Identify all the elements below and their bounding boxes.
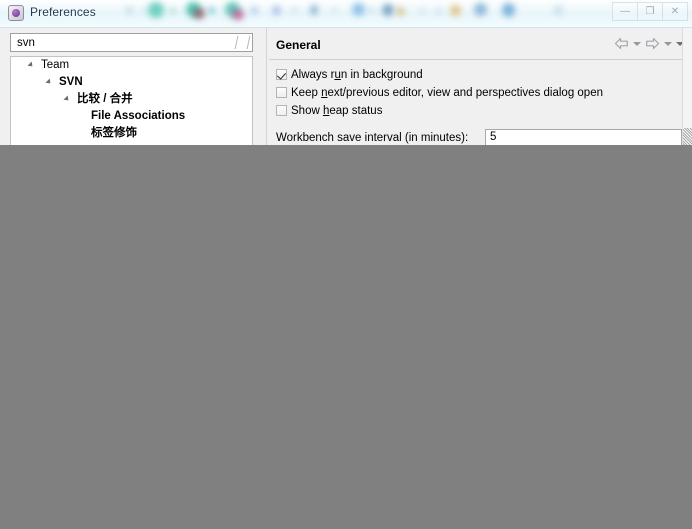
bokeh-dot bbox=[502, 3, 515, 17]
bokeh-dot bbox=[382, 4, 394, 16]
vertical-scrollbar[interactable] bbox=[682, 28, 692, 150]
bokeh-dot bbox=[292, 8, 297, 13]
bokeh-dot bbox=[474, 3, 487, 16]
tree-item-team[interactable]: Team bbox=[11, 57, 252, 74]
right-pane: General Always run in background Keep ne… bbox=[266, 28, 692, 150]
arrow-left-icon[interactable] bbox=[614, 37, 629, 50]
checkbox-label-rest: ext/previous editor, view and perspectiv… bbox=[327, 87, 603, 99]
caret-down-icon[interactable] bbox=[664, 41, 672, 46]
screen: Preferences — ❐ ✕ Team bbox=[0, 0, 692, 529]
preferences-icon bbox=[8, 5, 24, 21]
checkbox-row-show-heap-status[interactable]: Show heap status bbox=[276, 104, 382, 118]
bokeh-dot bbox=[126, 7, 133, 14]
dialog-body: Team SVN 比较 / 合并 File Associations 标签修 bbox=[0, 28, 692, 150]
preferences-tree[interactable]: Team SVN 比较 / 合并 File Associations 标签修饰 bbox=[10, 56, 253, 150]
bokeh-dot bbox=[436, 9, 441, 14]
bokeh-dot bbox=[148, 2, 164, 18]
bokeh-dot bbox=[170, 8, 176, 14]
checkbox-label: Always r bbox=[291, 69, 335, 81]
gray-occlusion-overlay bbox=[0, 145, 692, 529]
checkbox-row-always-run-in-background[interactable]: Always run in background bbox=[276, 68, 423, 82]
bokeh-dot bbox=[208, 7, 215, 14]
page-title: General bbox=[276, 38, 321, 52]
bokeh-dot bbox=[369, 8, 374, 13]
checkbox-show-heap-status[interactable] bbox=[276, 105, 287, 116]
close-button[interactable]: ✕ bbox=[662, 2, 688, 21]
clear-filter-icon[interactable] bbox=[234, 36, 251, 49]
caret-down-icon[interactable] bbox=[633, 41, 641, 46]
bokeh-dot bbox=[352, 3, 365, 16]
tree-item-label: File Associations bbox=[91, 110, 186, 122]
title-separator bbox=[269, 59, 686, 60]
expander-arrow-icon[interactable] bbox=[45, 78, 53, 86]
tree-item-label: Team bbox=[41, 59, 70, 71]
workbench-save-interval-label: Workbench save interval (in minutes): bbox=[276, 132, 469, 144]
left-pane: Team SVN 比较 / 合并 File Associations 标签修 bbox=[0, 28, 265, 150]
bokeh-dot bbox=[396, 7, 405, 16]
tree-item-svn[interactable]: SVN bbox=[11, 74, 252, 91]
bokeh-dot bbox=[554, 6, 563, 15]
restore-icon: ❐ bbox=[645, 6, 655, 17]
bokeh-dot bbox=[186, 2, 201, 17]
checkbox-always-run-in-background[interactable] bbox=[276, 69, 287, 80]
tree-item-label: 标签修饰 bbox=[91, 127, 137, 139]
bokeh-dot bbox=[310, 5, 318, 15]
bokeh-dot bbox=[141, 9, 146, 14]
glass-shine bbox=[0, 0, 692, 13]
preferences-dialog: Preferences — ❐ ✕ Team bbox=[0, 0, 692, 150]
minimize-icon: — bbox=[620, 6, 630, 17]
bokeh-dot bbox=[251, 7, 258, 14]
tree-item-label-decorations[interactable]: 标签修饰 bbox=[11, 125, 252, 142]
tree-item-label: 比较 / 合并 bbox=[77, 93, 133, 105]
bokeh-dot bbox=[332, 8, 337, 13]
checkbox-label-rest: eap status bbox=[329, 105, 383, 117]
checkbox-label-rest: n in background bbox=[340, 69, 423, 81]
checkbox-label: Keep bbox=[291, 87, 322, 99]
window-controls: — ❐ ✕ bbox=[612, 2, 688, 21]
checkbox-label: Show bbox=[291, 105, 323, 117]
minimize-button[interactable]: — bbox=[612, 2, 638, 21]
window-title: Preferences bbox=[30, 5, 96, 19]
tree-item-compare-merge[interactable]: 比较 / 合并 bbox=[11, 91, 252, 108]
arrow-right-icon[interactable] bbox=[645, 37, 660, 50]
tree-item-label: SVN bbox=[59, 76, 83, 88]
checkbox-keep-dialog-open[interactable] bbox=[276, 87, 287, 98]
close-icon: ✕ bbox=[670, 6, 680, 17]
bokeh-dot bbox=[419, 8, 425, 14]
bokeh-dot bbox=[225, 2, 240, 17]
expander-arrow-icon[interactable] bbox=[27, 61, 35, 69]
search-input[interactable] bbox=[15, 34, 224, 53]
bokeh-dot bbox=[450, 5, 461, 16]
checkbox-row-keep-dialog-open[interactable]: Keep next/previous editor, view and pers… bbox=[276, 86, 603, 100]
title-bar[interactable]: Preferences — ❐ ✕ bbox=[0, 0, 692, 28]
expander-arrow-icon[interactable] bbox=[63, 95, 71, 103]
filter-search-box[interactable] bbox=[10, 33, 253, 53]
restore-button[interactable]: ❐ bbox=[637, 2, 663, 21]
page-navigation-toolbar bbox=[614, 37, 684, 50]
bokeh-dot bbox=[193, 8, 205, 19]
tree-item-file-associations[interactable]: File Associations bbox=[11, 108, 252, 125]
bokeh-dot bbox=[232, 9, 244, 20]
bokeh-dot bbox=[272, 6, 281, 15]
